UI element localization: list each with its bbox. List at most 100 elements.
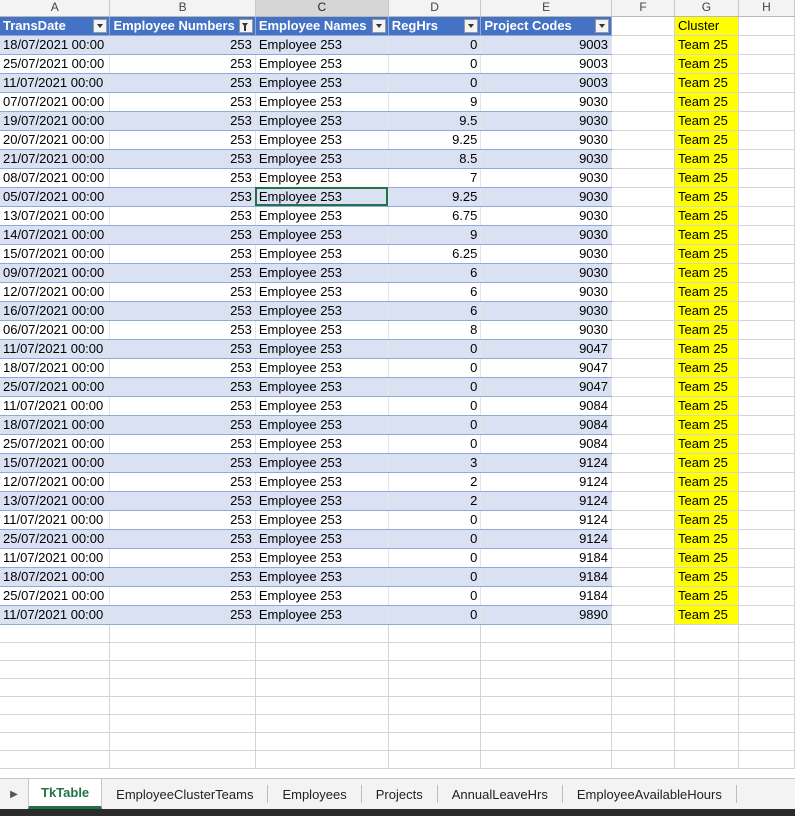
cell-hrs[interactable]: 7: [388, 168, 482, 188]
cell-empty[interactable]: [611, 567, 675, 587]
cell-hrs[interactable]: 9.25: [388, 187, 482, 207]
cluster-cell[interactable]: Team 25: [674, 301, 739, 321]
cell-num[interactable]: 253: [109, 453, 256, 473]
cell-num[interactable]: 253: [109, 35, 256, 55]
cell-empty[interactable]: [611, 586, 675, 606]
cell-date[interactable]: 14/07/2021 00:00: [0, 225, 111, 245]
cell-code[interactable]: 9003: [480, 73, 612, 93]
cluster-cell[interactable]: Team 25: [674, 510, 739, 530]
sheet-tab-tktable[interactable]: TkTable: [28, 779, 103, 809]
cell-empty[interactable]: [480, 660, 612, 679]
cell-empty[interactable]: [611, 244, 675, 264]
cell-empty[interactable]: [388, 750, 482, 769]
sheet-tab-employeeavailablehours[interactable]: EmployeeAvailableHours: [563, 785, 737, 803]
cell-code[interactable]: 9003: [480, 54, 612, 74]
cell-num[interactable]: 253: [109, 491, 256, 511]
cluster-cell[interactable]: Team 25: [674, 111, 739, 131]
cell-empty[interactable]: [611, 732, 675, 751]
cell-code[interactable]: 9030: [480, 130, 612, 150]
cell-empty[interactable]: [738, 472, 795, 492]
cell-empty[interactable]: [255, 750, 389, 769]
cell-empty[interactable]: [0, 696, 111, 715]
cell-empty[interactable]: [611, 149, 675, 169]
cell-empty[interactable]: [674, 624, 739, 643]
cell-empty[interactable]: [388, 678, 482, 697]
cell-code[interactable]: 9030: [480, 206, 612, 226]
cell-empty[interactable]: [480, 750, 612, 769]
cell-empty[interactable]: [738, 642, 795, 661]
cluster-cell[interactable]: Team 25: [674, 605, 739, 625]
cell-name[interactable]: Employee 253: [255, 73, 389, 93]
cell-empty[interactable]: [480, 624, 612, 643]
cell-name[interactable]: Employee 253: [255, 415, 389, 435]
cell-date[interactable]: 25/07/2021 00:00: [0, 54, 111, 74]
cell-empty[interactable]: [109, 660, 256, 679]
cell-empty[interactable]: [0, 714, 111, 733]
cluster-cell[interactable]: Team 25: [674, 244, 739, 264]
cell-empty[interactable]: [738, 73, 795, 93]
cell-empty[interactable]: [674, 660, 739, 679]
cell-empty[interactable]: [0, 642, 111, 661]
cluster-cell[interactable]: Team 25: [674, 54, 739, 74]
cluster-cell[interactable]: Team 25: [674, 358, 739, 378]
cell-name[interactable]: Employee 253: [255, 434, 389, 454]
cell-empty[interactable]: [611, 548, 675, 568]
cell-empty[interactable]: [738, 453, 795, 473]
cell-empty[interactable]: [611, 510, 675, 530]
cell-empty[interactable]: [738, 624, 795, 643]
cell-name[interactable]: Employee 253: [255, 529, 389, 549]
column-header-b[interactable]: B: [109, 0, 256, 17]
cell-num[interactable]: 253: [109, 244, 256, 264]
cell-date[interactable]: 18/07/2021 00:00: [0, 35, 111, 55]
cell-empty[interactable]: [480, 714, 612, 733]
cell-name[interactable]: Employee 253: [255, 453, 389, 473]
cell-name[interactable]: Employee 253: [255, 130, 389, 150]
cell-hrs[interactable]: 0: [388, 548, 482, 568]
cell-empty[interactable]: [255, 696, 389, 715]
cell-empty[interactable]: [388, 732, 482, 751]
cell-empty[interactable]: [738, 732, 795, 751]
cell-date[interactable]: 18/07/2021 00:00: [0, 567, 111, 587]
cell-hrs[interactable]: 0: [388, 73, 482, 93]
cell-date[interactable]: 12/07/2021 00:00: [0, 282, 111, 302]
cell-empty[interactable]: [738, 92, 795, 112]
cell-date[interactable]: 15/07/2021 00:00: [0, 244, 111, 264]
cell-date[interactable]: 11/07/2021 00:00: [0, 339, 111, 359]
cell-empty[interactable]: [255, 642, 389, 661]
filter-dropdown-icon[interactable]: [464, 18, 479, 33]
cell-empty[interactable]: [611, 624, 675, 643]
cell-num[interactable]: 253: [109, 396, 256, 416]
cell-empty[interactable]: [611, 377, 675, 397]
cell-name[interactable]: Employee 253: [255, 472, 389, 492]
cell-empty[interactable]: [388, 624, 482, 643]
cell-date[interactable]: 13/07/2021 00:00: [0, 491, 111, 511]
cell-hrs[interactable]: 8: [388, 320, 482, 340]
cell-hrs[interactable]: 6.75: [388, 206, 482, 226]
cluster-cell[interactable]: Team 25: [674, 225, 739, 245]
sheet-tab-projects[interactable]: Projects: [362, 785, 438, 803]
cell-num[interactable]: 253: [109, 206, 256, 226]
cell-num[interactable]: 253: [109, 434, 256, 454]
cell-num[interactable]: 253: [109, 73, 256, 93]
cell-empty[interactable]: [738, 377, 795, 397]
cell-empty[interactable]: [674, 750, 739, 769]
filter-dropdown-icon[interactable]: [595, 18, 609, 33]
cell-name[interactable]: Employee 253: [255, 187, 389, 207]
cluster-cell[interactable]: Team 25: [674, 548, 739, 568]
cell-hrs[interactable]: 0: [388, 586, 482, 606]
cluster-cell[interactable]: Team 25: [674, 92, 739, 112]
cell-empty[interactable]: [611, 415, 675, 435]
cell-empty[interactable]: [611, 111, 675, 131]
cell-name[interactable]: Employee 253: [255, 320, 389, 340]
cell-empty[interactable]: [738, 130, 795, 150]
cell-hrs[interactable]: 0: [388, 567, 482, 587]
cell-date[interactable]: 16/07/2021 00:00: [0, 301, 111, 321]
cell-empty[interactable]: [109, 624, 256, 643]
cluster-cell[interactable]: Team 25: [674, 453, 739, 473]
cluster-cell[interactable]: Team 25: [674, 377, 739, 397]
cell-date[interactable]: 06/07/2021 00:00: [0, 320, 111, 340]
sheet-tab-employeeclusterteams[interactable]: EmployeeClusterTeams: [102, 785, 269, 803]
cluster-cell[interactable]: Team 25: [674, 168, 739, 188]
cell-empty[interactable]: [611, 73, 675, 93]
cell-num[interactable]: 253: [109, 111, 256, 131]
